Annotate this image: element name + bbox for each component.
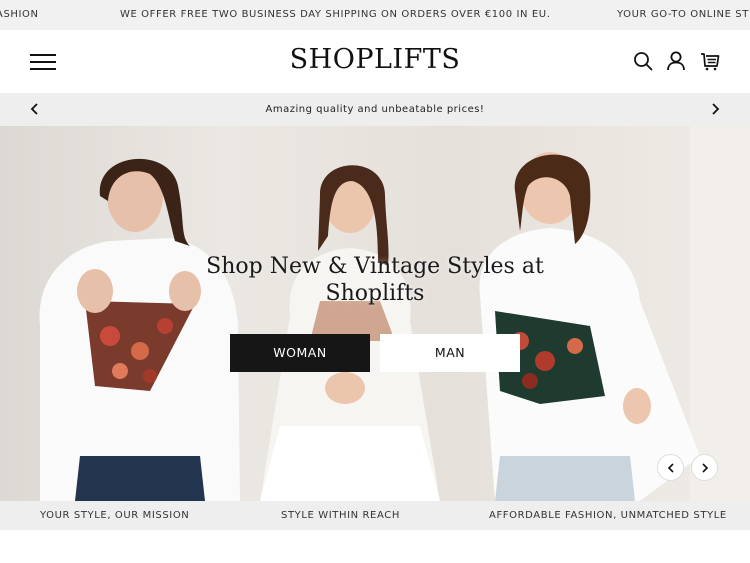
shop-man-button[interactable]: MAN: [380, 334, 520, 372]
cart-icon[interactable]: [699, 50, 721, 72]
hero-image: [39, 126, 750, 501]
features-strip: YOUR STYLE, OUR MISSION STYLE WITHIN REA…: [0, 501, 750, 530]
marquee-item: YOUR GO-TO ONLINE ST: [617, 9, 749, 20]
feature-item: YOUR STYLE, OUR MISSION: [40, 510, 190, 521]
search-icon[interactable]: [632, 50, 654, 72]
marquee-item: ASHION: [0, 9, 39, 20]
promo-message: Amazing quality and unbeatable prices!: [265, 104, 485, 115]
promo-next-button[interactable]: [707, 101, 723, 117]
marquee-item: WE OFFER FREE TWO BUSINESS DAY SHIPPING …: [120, 9, 551, 20]
chevron-right-icon: [702, 463, 709, 473]
site-header: SHOPLIFTS: [0, 30, 750, 93]
hero-title: Shop New & Vintage Styles at Shoplifts: [150, 253, 600, 307]
promo-bar: Amazing quality and unbeatable prices!: [0, 93, 750, 126]
hero-title-line: Shoplifts: [325, 281, 425, 306]
hero-banner: Shop New & Vintage Styles at Shoplifts W…: [0, 126, 750, 501]
carousel-prev-button[interactable]: [657, 454, 684, 481]
chevron-right-icon: [712, 103, 720, 115]
announcement-marquee: ASHION WE OFFER FREE TWO BUSINESS DAY SH…: [0, 0, 750, 30]
user-icon[interactable]: [665, 50, 687, 72]
feature-item: STYLE WITHIN REACH: [281, 510, 400, 521]
hero-title-line: Shop New & Vintage Styles at: [206, 254, 544, 279]
shop-woman-button[interactable]: WOMAN: [230, 334, 370, 372]
chevron-left-icon: [667, 463, 674, 473]
feature-item: AFFORDABLE FASHION, UNMATCHED STYLE: [489, 510, 727, 521]
carousel-next-button[interactable]: [691, 454, 718, 481]
